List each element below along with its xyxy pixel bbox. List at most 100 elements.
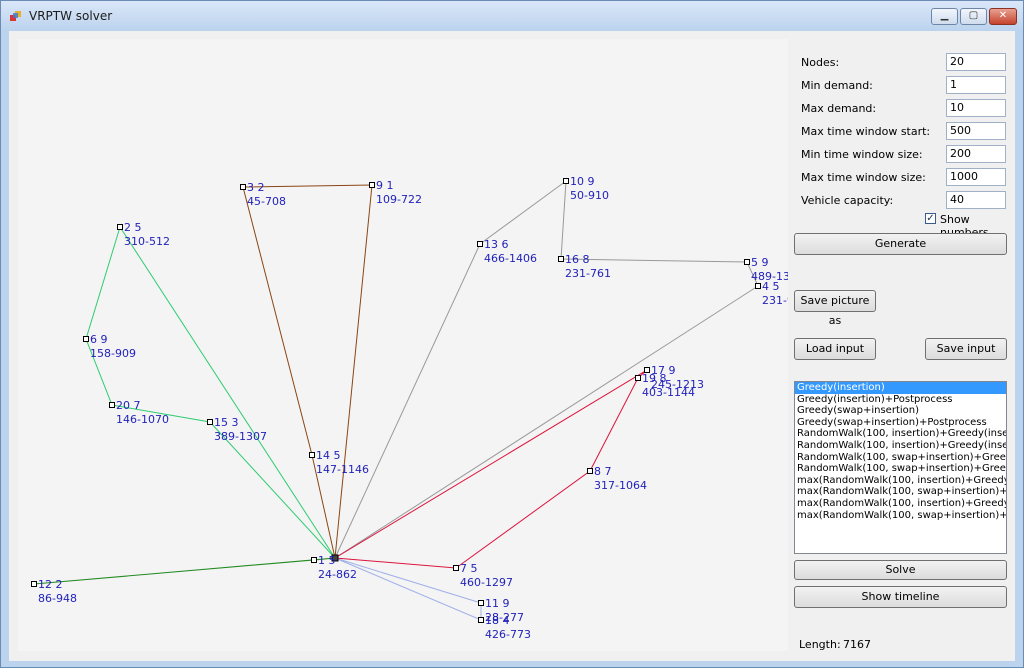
length-label: Length: bbox=[799, 638, 841, 651]
node-marker bbox=[478, 600, 484, 606]
node-marker bbox=[309, 452, 315, 458]
algorithm-list-item[interactable]: Greedy(swap+insertion)+Postprocess bbox=[795, 417, 1006, 429]
node-label-time-window: 466-1406 bbox=[484, 252, 537, 265]
save-picture-button[interactable]: Save picture as bbox=[794, 290, 876, 327]
node-marker bbox=[587, 468, 593, 474]
nodes-input[interactable]: 20 bbox=[946, 53, 1006, 71]
max-tw-size-label: Max time window size: bbox=[801, 171, 926, 184]
algorithm-list-item[interactable]: Greedy(insertion)+Postprocess bbox=[795, 394, 1006, 406]
algorithm-list[interactable]: Greedy(insertion) Greedy(insertion)+Postp… bbox=[794, 381, 1007, 554]
minimize-button[interactable]: ▁ bbox=[931, 8, 958, 25]
node-label-time-window: 158-909 bbox=[90, 347, 136, 360]
node-label-time-window: 146-1070 bbox=[116, 413, 169, 426]
maximize-icon: ▢ bbox=[968, 10, 979, 21]
route-line bbox=[85, 225, 336, 559]
node-label-id-demand: 11 9 bbox=[485, 597, 510, 610]
node-label-time-window: 50-910 bbox=[570, 189, 609, 202]
node-label-time-window: 310-512 bbox=[124, 235, 170, 248]
min-tw-size-label: Min time window size: bbox=[801, 148, 923, 161]
node-marker bbox=[240, 184, 246, 190]
algorithm-list-item[interactable]: RandomWalk(100, swap+insertion)+Greedy(s… bbox=[795, 463, 1006, 475]
max-tw-start-label: Max time window start: bbox=[801, 125, 931, 138]
node-label-time-window: 389-1307 bbox=[214, 430, 267, 443]
node-label-id-demand: 20 7 bbox=[116, 399, 141, 412]
max-demand-label: Max demand: bbox=[801, 102, 877, 115]
node-label-id-demand: 1 5 bbox=[318, 554, 336, 567]
node-marker bbox=[477, 241, 483, 247]
node-marker bbox=[369, 182, 375, 188]
node-marker bbox=[563, 178, 569, 184]
show-timeline-button[interactable]: Show timeline bbox=[794, 586, 1007, 608]
title-bar: VRPTW solver ▁ ▢ ✕ bbox=[1, 1, 1023, 31]
node-marker bbox=[453, 565, 459, 571]
node-marker bbox=[117, 224, 123, 230]
node-label-id-demand: 19 8 bbox=[642, 372, 667, 385]
min-tw-size-input[interactable]: 200 bbox=[946, 145, 1006, 163]
algorithm-list-item[interactable]: RandomWalk(100, insertion)+Greedy(insert… bbox=[795, 428, 1006, 440]
node-label-time-window: 489-1390 bbox=[751, 270, 788, 283]
min-demand-label: Min demand: bbox=[801, 79, 873, 92]
route-line bbox=[33, 557, 336, 585]
node-marker bbox=[744, 259, 750, 265]
algorithm-list-item[interactable]: max(RandomWalk(100, insertion)+Greedy(in… bbox=[795, 475, 1006, 487]
node-label-time-window: 231-95 bbox=[762, 294, 788, 307]
algorithm-list-item[interactable]: RandomWalk(100, swap+insertion)+Greedy(s… bbox=[795, 452, 1006, 464]
close-button[interactable]: ✕ bbox=[989, 8, 1017, 25]
maximize-button[interactable]: ▢ bbox=[960, 8, 987, 25]
max-tw-start-input[interactable]: 500 bbox=[946, 122, 1006, 140]
node-label-id-demand: 14 5 bbox=[316, 449, 341, 462]
node-label-id-demand: 13 6 bbox=[484, 238, 509, 251]
generate-button[interactable]: Generate bbox=[794, 233, 1007, 255]
node-label-id-demand: 15 3 bbox=[214, 416, 239, 429]
node-label-time-window: 231-761 bbox=[565, 267, 611, 280]
route-canvas: 1 524-8622 5310-5123 245-7084 5231-955 9… bbox=[18, 39, 804, 651]
node-label-time-window: 460-1297 bbox=[460, 576, 513, 589]
node-label-id-demand: 8 7 bbox=[594, 465, 612, 478]
algorithm-list-item[interactable]: max(RandomWalk(100, swap+insertion)+Gree… bbox=[795, 510, 1006, 522]
length-value: 7167 bbox=[843, 638, 871, 651]
algorithm-list-item[interactable]: max(RandomWalk(100, swap+insertion)+Gree… bbox=[795, 486, 1006, 498]
minimize-icon: ▁ bbox=[940, 10, 949, 21]
node-marker bbox=[207, 419, 213, 425]
algorithm-list-item[interactable]: Greedy(swap+insertion) bbox=[795, 405, 1006, 417]
vehicle-capacity-input[interactable]: 40 bbox=[946, 191, 1006, 209]
solve-button[interactable]: Solve bbox=[794, 560, 1007, 580]
route-line bbox=[242, 184, 373, 559]
route-graph: 1 524-8622 5310-5123 245-7084 5231-955 9… bbox=[31, 175, 804, 641]
max-demand-input[interactable]: 10 bbox=[946, 99, 1006, 117]
vehicle-capacity-label: Vehicle capacity: bbox=[801, 194, 894, 207]
node-marker bbox=[311, 557, 317, 563]
node-marker bbox=[478, 617, 484, 623]
node-label-id-demand: 2 5 bbox=[124, 221, 142, 234]
load-input-button[interactable]: Load input bbox=[794, 338, 876, 360]
app-icon bbox=[10, 11, 21, 21]
save-input-button[interactable]: Save input bbox=[925, 338, 1007, 360]
route-line bbox=[334, 179, 759, 559]
node-label-time-window: 317-1064 bbox=[594, 479, 647, 492]
algorithm-list-item[interactable]: max(RandomWalk(100, insertion)+Greedy(in… bbox=[795, 498, 1006, 510]
node-marker bbox=[755, 283, 761, 289]
min-demand-input[interactable]: 1 bbox=[946, 76, 1006, 94]
client-area: 1 524-8622 5310-5123 245-7084 5231-955 9… bbox=[9, 31, 1015, 661]
node-marker bbox=[31, 581, 37, 587]
algorithm-list-item[interactable]: Greedy(insertion) bbox=[795, 382, 1006, 394]
node-label-time-window: 426-773 bbox=[485, 628, 531, 641]
node-label-id-demand: 3 2 bbox=[247, 181, 265, 194]
algorithm-list-item[interactable]: RandomWalk(100, insertion)+Greedy(insert… bbox=[795, 440, 1006, 452]
node-label-time-window: 45-708 bbox=[247, 195, 286, 208]
node-marker bbox=[558, 256, 564, 262]
node-marker bbox=[109, 402, 115, 408]
node-label-time-window: 403-1144 bbox=[642, 386, 695, 399]
node-label-id-demand: 5 9 bbox=[751, 256, 769, 269]
show-numbers-checkbox[interactable]: ✓ bbox=[925, 213, 936, 224]
close-icon: ✕ bbox=[998, 10, 1008, 21]
node-marker bbox=[635, 375, 641, 381]
node-label-time-window: 147-1146 bbox=[316, 463, 369, 476]
node-label-id-demand: 12 2 bbox=[38, 578, 63, 591]
node-label-time-window: 86-948 bbox=[38, 592, 77, 605]
max-tw-size-input[interactable]: 1000 bbox=[946, 168, 1006, 186]
checkmark-icon: ✓ bbox=[926, 213, 935, 224]
nodes-label: Nodes: bbox=[801, 56, 840, 69]
app-window: VRPTW solver ▁ ▢ ✕ 1 5 24-862 2 5 310-512 3 … bbox=[0, 0, 1024, 668]
node-label-time-window: 109-722 bbox=[376, 193, 422, 206]
